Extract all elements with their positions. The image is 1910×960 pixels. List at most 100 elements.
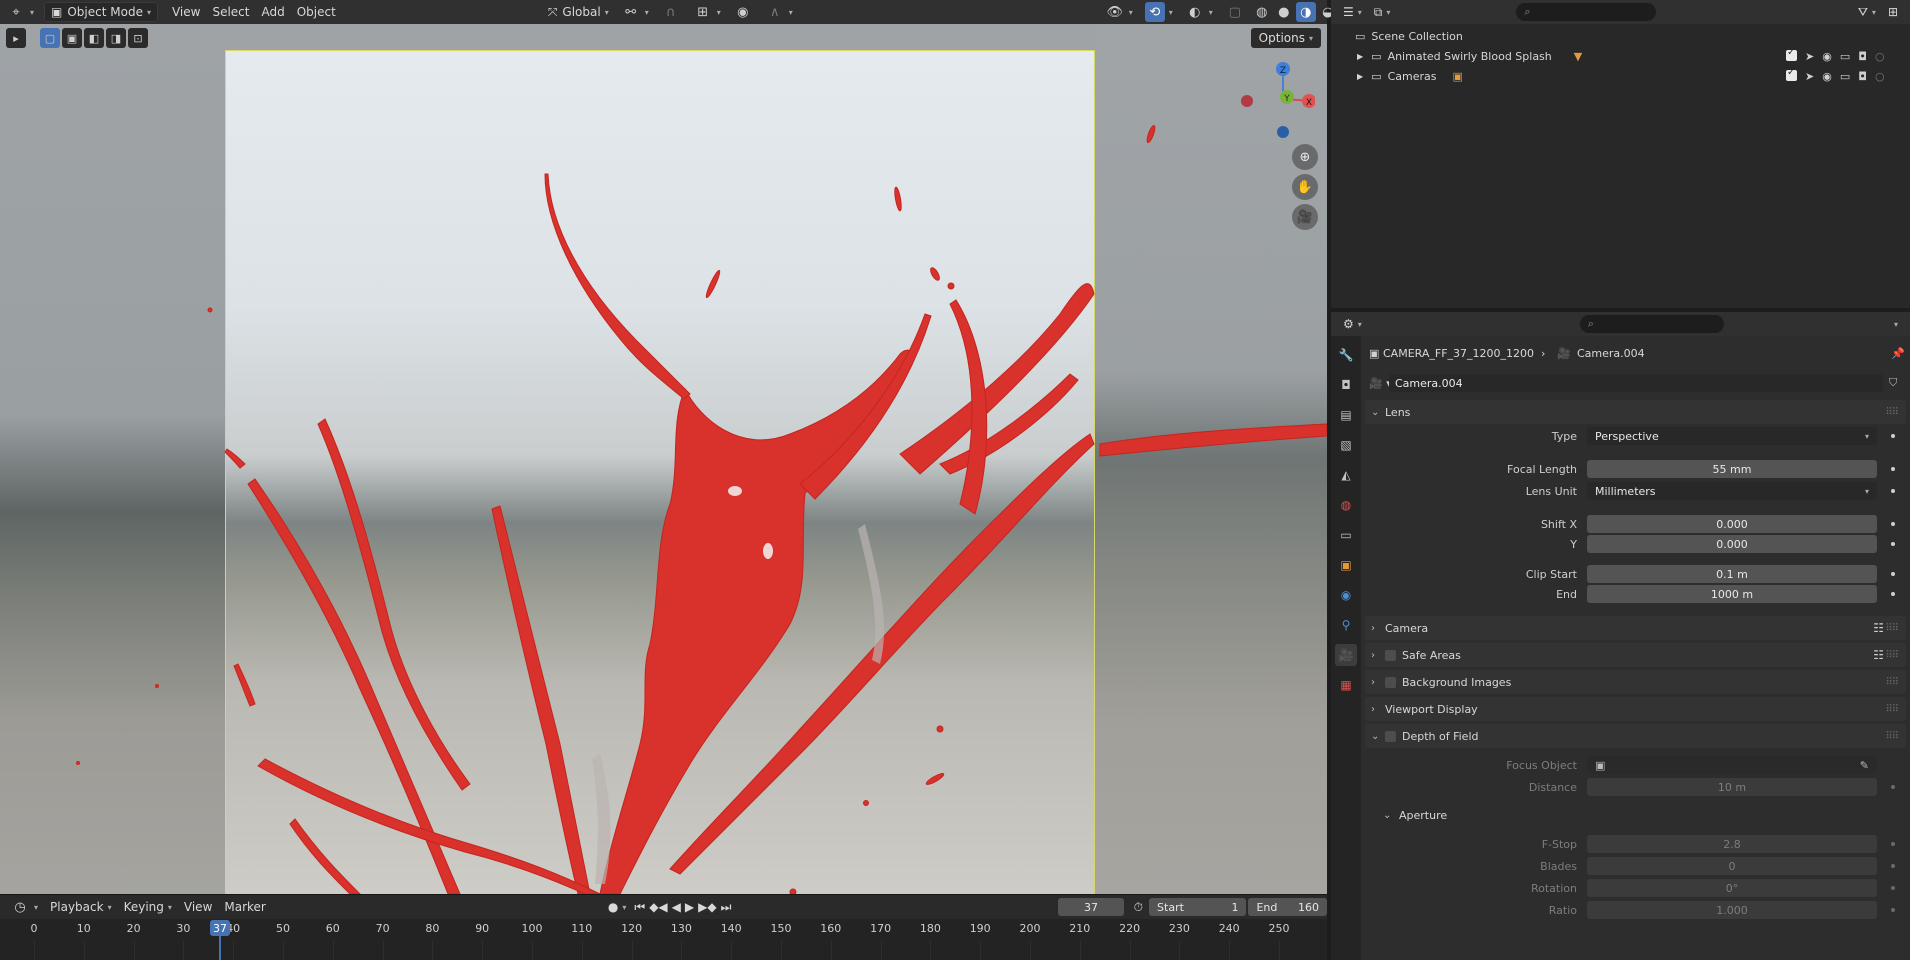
panel-safe-areas-header[interactable]: › Safe Areas ☷ ⠿⠿ xyxy=(1365,643,1906,667)
camera-view-button[interactable]: 🎥 xyxy=(1292,204,1318,230)
navigation-gizmo[interactable]: Z X Y xyxy=(1235,59,1315,139)
menu-object[interactable]: Object xyxy=(291,2,342,22)
properties-search[interactable]: ⌕ xyxy=(1579,315,1724,333)
tab-constraints[interactable]: ⚲ xyxy=(1335,614,1357,636)
drag-grip-icon[interactable]: ⠿⠿ xyxy=(1885,623,1899,634)
panel-viewport-display-header[interactable]: › Viewport Display ⠿⠿ xyxy=(1365,697,1906,721)
zoom-button[interactable]: ⊕ xyxy=(1292,144,1318,170)
timeline-ruler[interactable]: 0 10 20 30 40 50 60 70 80 90 100 110 120 130 140 150 160… xyxy=(0,919,1327,960)
properties-editor-type[interactable]: ⚙ ▾ xyxy=(1337,314,1368,334)
scene-collection-row[interactable]: ▭ Scene Collection xyxy=(1331,26,1910,46)
ratio-field[interactable]: 1.000 xyxy=(1587,901,1877,919)
pivot-dropdown[interactable]: ⚯ ▾ xyxy=(615,2,655,22)
menu-marker[interactable]: Marker xyxy=(218,897,271,917)
proportional-edit-toggle[interactable]: ◉ xyxy=(727,2,759,22)
snap-target-dropdown[interactable]: ⊞ ▾ xyxy=(687,2,727,22)
keyframe-dot[interactable] xyxy=(1891,542,1895,546)
monitor-icon[interactable]: ▭ xyxy=(1840,70,1850,83)
clip-end-field[interactable]: 1000 m xyxy=(1587,585,1877,603)
editor-type-button[interactable]: ⌖ ▾ xyxy=(0,2,40,22)
tab-world[interactable]: ◍ xyxy=(1335,494,1357,516)
tab-object[interactable]: ▣ xyxy=(1335,554,1357,576)
fake-user-shield-icon[interactable]: ⛉ xyxy=(1889,376,1897,390)
exclude-checkbox[interactable] xyxy=(1786,67,1797,81)
keyframe-dot[interactable] xyxy=(1891,785,1895,789)
tab-texture[interactable]: ▦ xyxy=(1335,674,1357,696)
tab-camera-data[interactable]: 🎥 xyxy=(1335,644,1357,666)
outliner-search[interactable]: ⌕ xyxy=(1516,3,1657,21)
outliner-editor-type[interactable]: ☰ ▾ xyxy=(1337,2,1368,22)
keyframe-dot[interactable] xyxy=(1891,434,1895,438)
keyframe-dot[interactable] xyxy=(1891,842,1895,846)
snap-toggle[interactable]: ∩ xyxy=(655,2,687,22)
drag-grip-icon[interactable]: ⠿⠿ xyxy=(1885,704,1899,715)
tab-tool[interactable]: 🔧 xyxy=(1335,344,1357,366)
keyframe-dot[interactable] xyxy=(1891,489,1895,493)
timeline-editor-type[interactable]: ◷ ▾ xyxy=(4,897,44,917)
shift-x-field[interactable]: 0.000 xyxy=(1587,515,1877,533)
drag-grip-icon[interactable]: ⠿⠿ xyxy=(1885,677,1899,688)
keyframe-dot[interactable] xyxy=(1891,592,1895,596)
panel-lens-header[interactable]: ⌄ Lens ⠿⠿ xyxy=(1365,400,1906,424)
select-new-button[interactable]: ▢ xyxy=(40,28,60,48)
select-invert-button[interactable]: ◨ xyxy=(106,28,126,48)
blades-field[interactable]: 0 xyxy=(1587,857,1877,875)
properties-options[interactable]: ▾ xyxy=(1884,314,1904,334)
jump-start-button[interactable]: ⏮ xyxy=(632,897,647,917)
playhead[interactable]: 37 xyxy=(210,920,230,936)
tab-scene[interactable]: ◭ xyxy=(1335,464,1357,486)
holdout-icon[interactable]: ○ xyxy=(1875,70,1885,83)
select-extend-button[interactable]: ▣ xyxy=(62,28,82,48)
selectable-icon[interactable]: ➤ xyxy=(1805,50,1814,63)
use-preview-range-toggle[interactable]: ⏱ xyxy=(1128,897,1149,917)
pan-button[interactable]: ✋ xyxy=(1292,174,1318,200)
datablock-name-field[interactable]: Camera.004 xyxy=(1389,374,1883,392)
select-subtract-button[interactable]: ◧ xyxy=(84,28,104,48)
play-reverse-button[interactable]: ◀ xyxy=(670,897,683,917)
gizmo-neg-z[interactable] xyxy=(1277,126,1289,138)
presets-list-icon[interactable]: ☷ xyxy=(1873,621,1884,635)
focal-length-field[interactable]: 55 mm xyxy=(1587,460,1877,478)
falloff-dropdown[interactable]: ∧ ▾ xyxy=(759,2,799,22)
next-keyframe-button[interactable]: ▶◆ xyxy=(696,897,718,917)
jump-end-button[interactable]: ⏭ xyxy=(719,897,734,917)
drag-grip-icon[interactable]: ⠿⠿ xyxy=(1885,407,1899,418)
expand-arrow-icon[interactable]: ▶ xyxy=(1357,52,1363,61)
menu-timeline-view[interactable]: View xyxy=(178,897,218,917)
select-intersect-button[interactable]: ⊡ xyxy=(128,28,148,48)
pin-icon[interactable]: 📌 xyxy=(1891,347,1905,360)
keyframe-dot[interactable] xyxy=(1891,864,1895,868)
rotation-field[interactable]: 0° xyxy=(1587,879,1877,897)
3d-viewport[interactable]: ▸ ▢ ▣ ◧ ◨ ⊡ Options ▾ Z X Y ⊕ ✋ 🎥 xyxy=(0,24,1327,894)
focus-object-field[interactable]: ▣ ✎ xyxy=(1587,756,1877,774)
expand-arrow-icon[interactable]: ▶ xyxy=(1357,72,1363,81)
start-frame-field[interactable]: Start 1 xyxy=(1149,898,1247,916)
new-collection-button[interactable]: ⊞ xyxy=(1882,2,1904,22)
shift-y-field[interactable]: 0.000 xyxy=(1587,535,1877,553)
render-camera-icon[interactable]: ◘ xyxy=(1858,70,1867,83)
keyframe-dot[interactable] xyxy=(1891,522,1895,526)
keyframe-dot[interactable] xyxy=(1891,467,1895,471)
panel-background-images-header[interactable]: › Background Images ⠿⠿ xyxy=(1365,670,1906,694)
menu-keying[interactable]: Keying ▾ xyxy=(118,897,178,917)
visibility-dropdown[interactable]: 👁 ▾ xyxy=(1099,2,1139,22)
tab-view-layer[interactable]: ▧ xyxy=(1335,434,1357,456)
menu-select[interactable]: Select xyxy=(206,2,255,22)
monitor-icon[interactable]: ▭ xyxy=(1840,50,1850,63)
presets-list-icon[interactable]: ☷ xyxy=(1873,648,1884,662)
tab-physics[interactable]: ◉ xyxy=(1335,584,1357,606)
selectable-icon[interactable]: ➤ xyxy=(1805,70,1814,83)
overlays-toggle[interactable]: ◐ ▾ xyxy=(1179,2,1219,22)
holdout-icon[interactable]: ○ xyxy=(1875,50,1885,63)
tab-collection[interactable]: ▭ xyxy=(1335,524,1357,546)
safe-areas-checkbox[interactable] xyxy=(1385,649,1396,661)
depth-of-field-checkbox[interactable] xyxy=(1385,730,1396,742)
menu-add[interactable]: Add xyxy=(255,2,290,22)
drag-grip-icon[interactable]: ⠿⠿ xyxy=(1885,650,1899,661)
shading-wireframe[interactable]: ◍ xyxy=(1251,2,1273,22)
eyedropper-icon[interactable]: ✎ xyxy=(1860,759,1869,772)
clip-start-field[interactable]: 0.1 m xyxy=(1587,565,1877,583)
filter-dropdown[interactable]: ⛛ ▾ xyxy=(1852,2,1882,22)
eye-icon[interactable]: ◉ xyxy=(1822,70,1832,83)
menu-playback[interactable]: Playback ▾ xyxy=(44,897,118,917)
